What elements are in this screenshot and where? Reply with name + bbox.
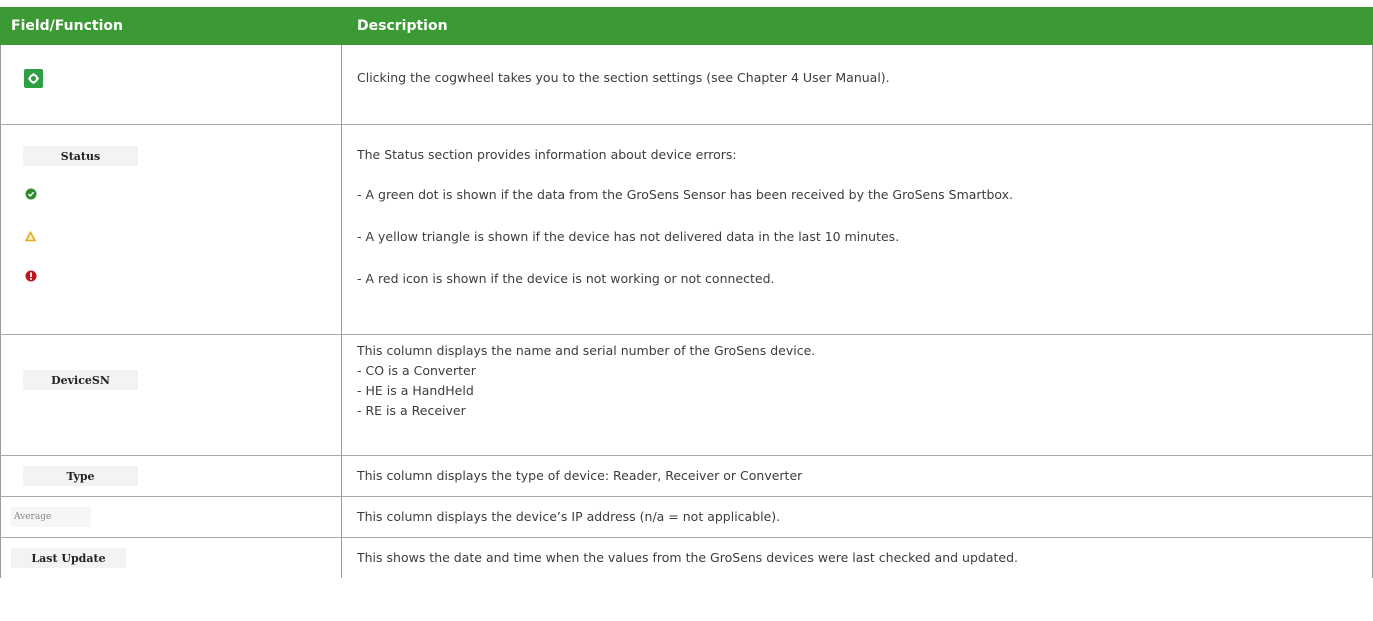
field-function-table: Field/Function Description Clicking the … [0,7,1373,578]
lastupdate-label-image: Last Update [11,548,126,568]
red-alert-icon [25,270,37,285]
status-label-image: Status [23,146,138,166]
yellow-triangle-icon [24,230,37,245]
devicesn-line-3: - HE is a HandHeld [357,383,474,398]
green-dot-icon [25,188,37,203]
header-description: Description [341,7,1373,45]
table-row-devicesn: DeviceSN This column displays the name a… [0,335,1373,456]
average-description: This column displays the device’s IP add… [357,509,781,524]
devicesn-line-2: - CO is a Converter [357,363,476,378]
devicesn-line-4: - RE is a Receiver [357,403,466,418]
status-yellow-text: - A yellow triangle is shown if the devi… [357,229,900,244]
settings-description: Clicking the cogwheel takes you to the s… [357,70,890,85]
type-label-image: Type [23,466,138,486]
average-label-image: Average [11,507,91,527]
table-row-type: Type This column displays the type of de… [0,456,1373,497]
table-row-status: Status The Status section provides infor… [0,125,1373,335]
type-description: This column displays the type of device:… [357,468,803,483]
table-header: Field/Function Description [0,7,1373,45]
status-intro: The Status section provides information … [357,147,737,162]
devicesn-line-1: This column displays the name and serial… [357,343,816,358]
status-green-text: - A green dot is shown if the data from … [357,187,1014,202]
lastupdate-description: This shows the date and time when the va… [357,550,1018,565]
table-row-settings: Clicking the cogwheel takes you to the s… [0,45,1373,125]
devicesn-label-image: DeviceSN [23,370,138,390]
cogwheel-icon[interactable] [24,69,43,88]
status-red-text: - A red icon is shown if the device is n… [357,271,775,286]
header-field-function: Field/Function [0,7,341,45]
table-row-lastupdate: Last Update This shows the date and time… [0,538,1373,578]
table-row-average: Average This column displays the device’… [0,497,1373,538]
